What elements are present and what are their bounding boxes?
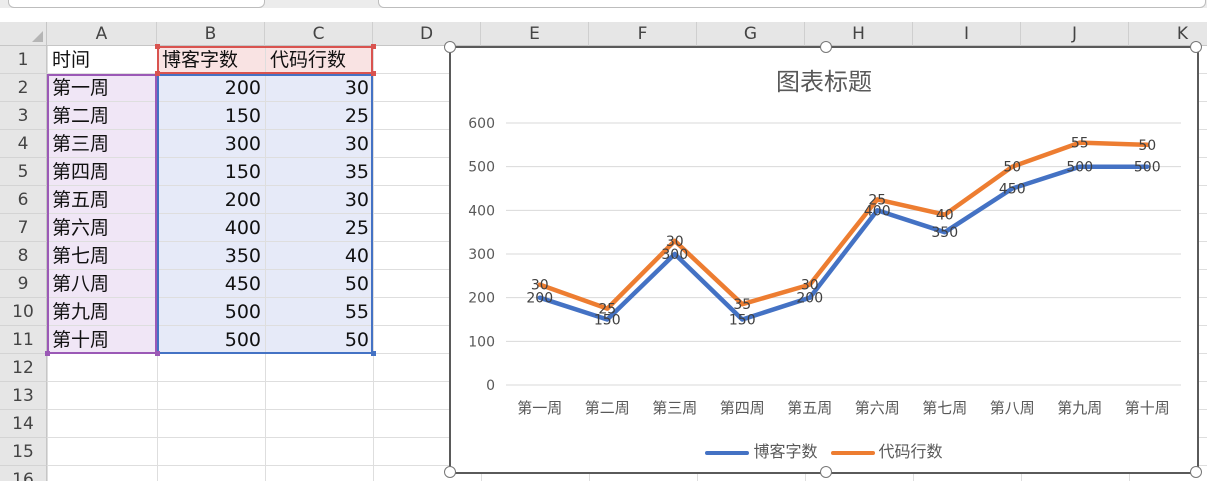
chart-resize-handle[interactable] xyxy=(1190,41,1202,53)
column-header-a[interactable]: A xyxy=(47,22,157,46)
row-header-7[interactable]: 7 xyxy=(0,214,47,242)
column-header-j[interactable]: J xyxy=(1021,22,1129,46)
x-tick-label: 第八周 xyxy=(990,399,1035,417)
row-header-9[interactable]: 9 xyxy=(0,270,47,298)
data-label-series-1: 30 xyxy=(531,278,549,294)
row-header-6[interactable]: 6 xyxy=(0,186,47,214)
column-header-b[interactable]: B xyxy=(157,22,265,46)
data-label-series-1: 50 xyxy=(1138,138,1156,154)
x-tick-label: 第五周 xyxy=(787,399,832,417)
values-reference-border xyxy=(157,74,373,354)
legend-label-series-0: 博客字数 xyxy=(753,442,818,461)
data-label-series-0: 500 xyxy=(1134,160,1161,176)
data-label-series-1: 25 xyxy=(598,302,616,318)
range-resize-handle[interactable] xyxy=(45,351,50,356)
data-label-series-1: 55 xyxy=(1071,136,1089,152)
line-chart[interactable]: 图表标题 0 100 200 300 400 500 600 第一周 第二周 第三周 第四周 第五周第… xyxy=(444,41,1202,478)
y-tick-label: 500 xyxy=(468,160,495,176)
legend-item-series-1[interactable]: 代码行数 xyxy=(830,438,943,462)
row-header-11[interactable]: 11 xyxy=(0,326,47,354)
series-name-reference-border xyxy=(157,46,373,74)
y-tick-label: 400 xyxy=(468,203,495,219)
series-line-1 xyxy=(537,140,1150,311)
range-resize-handle[interactable] xyxy=(155,71,160,76)
column-header-e[interactable]: E xyxy=(481,22,589,46)
data-label-series-1: 50 xyxy=(1003,160,1021,176)
x-tick-label: 第二周 xyxy=(585,399,630,417)
sheet-tab-strip xyxy=(0,0,1207,8)
row-header-13[interactable]: 13 xyxy=(0,382,47,410)
data-label-series-0: 500 xyxy=(1066,160,1093,176)
data-label-series-0: 350 xyxy=(931,225,958,241)
select-all-corner[interactable] xyxy=(0,22,47,46)
data-label-series-1: 35 xyxy=(733,297,751,313)
range-resize-handle[interactable] xyxy=(155,351,160,356)
x-tick-label: 第六周 xyxy=(855,399,900,417)
range-resize-handle[interactable] xyxy=(155,44,160,49)
chart-resize-handle[interactable] xyxy=(444,466,456,478)
chart-resize-handle[interactable] xyxy=(1190,466,1202,478)
y-tick-label: 200 xyxy=(468,291,495,307)
range-resize-handle[interactable] xyxy=(371,44,376,49)
data-label-series-1: 25 xyxy=(868,192,886,208)
row-header-10[interactable]: 10 xyxy=(0,298,47,326)
row-header-4[interactable]: 4 xyxy=(0,130,47,158)
range-resize-handle[interactable] xyxy=(371,351,376,356)
column-header-c[interactable]: C xyxy=(265,22,373,46)
chart-legend[interactable]: 博客字数 代码行数 xyxy=(451,438,1197,462)
x-tick-label: 第一周 xyxy=(517,399,562,417)
data-label-series-0: 150 xyxy=(729,313,756,329)
legend-item-series-0[interactable]: 博客字数 xyxy=(705,438,817,462)
chart-resize-handle[interactable] xyxy=(820,466,832,478)
row-header-2[interactable]: 2 xyxy=(0,74,47,102)
data-label-series-1: 40 xyxy=(936,208,954,224)
row-header-14[interactable]: 14 xyxy=(0,410,47,438)
grid-column-line xyxy=(373,46,374,481)
x-tick-label: 第十周 xyxy=(1125,399,1170,417)
x-tick-label: 第九周 xyxy=(1057,399,1102,417)
x-tick-label: 第三周 xyxy=(652,399,697,417)
y-tick-label: 100 xyxy=(468,334,495,350)
row-header-16[interactable]: 16 xyxy=(0,466,47,481)
chart-resize-handle[interactable] xyxy=(820,41,832,53)
row-header-1[interactable]: 1 xyxy=(0,46,47,74)
data-label-series-0: 450 xyxy=(999,182,1026,198)
range-resize-handle[interactable] xyxy=(371,71,376,76)
x-tick-label: 第四周 xyxy=(720,399,765,417)
column-header-g[interactable]: G xyxy=(697,22,805,46)
formula-bar-area[interactable] xyxy=(378,0,1206,8)
legend-label-series-1: 代码行数 xyxy=(878,442,943,461)
row-header-15[interactable]: 15 xyxy=(0,438,47,466)
data-label-series-1: 30 xyxy=(666,234,684,250)
row-header-8[interactable]: 8 xyxy=(0,242,47,270)
y-tick-label: 0 xyxy=(486,378,495,394)
data-label-series-1: 30 xyxy=(801,278,819,294)
category-reference-border xyxy=(47,74,157,354)
chart-plot-area: 0 100 200 300 400 500 600 第一周 第二周 第三周 第四周 第五周 第六周 第七周… xyxy=(468,116,1181,417)
y-tick-label: 300 xyxy=(468,247,495,263)
sheet-tab[interactable] xyxy=(8,0,265,8)
row-header-3[interactable]: 3 xyxy=(0,102,47,130)
y-tick-label: 600 xyxy=(468,116,495,132)
x-tick-label: 第七周 xyxy=(922,399,967,417)
chart-resize-handle[interactable] xyxy=(444,41,456,53)
legend-swatch-series-1 xyxy=(830,450,875,455)
legend-swatch-series-0 xyxy=(705,450,750,455)
column-header-d[interactable]: D xyxy=(373,22,481,46)
cell-a1[interactable]: 时间 xyxy=(47,46,157,74)
column-header-i[interactable]: I xyxy=(913,22,1021,46)
row-header-5[interactable]: 5 xyxy=(0,158,47,186)
column-header-f[interactable]: F xyxy=(589,22,697,46)
row-header-12[interactable]: 12 xyxy=(0,354,47,382)
